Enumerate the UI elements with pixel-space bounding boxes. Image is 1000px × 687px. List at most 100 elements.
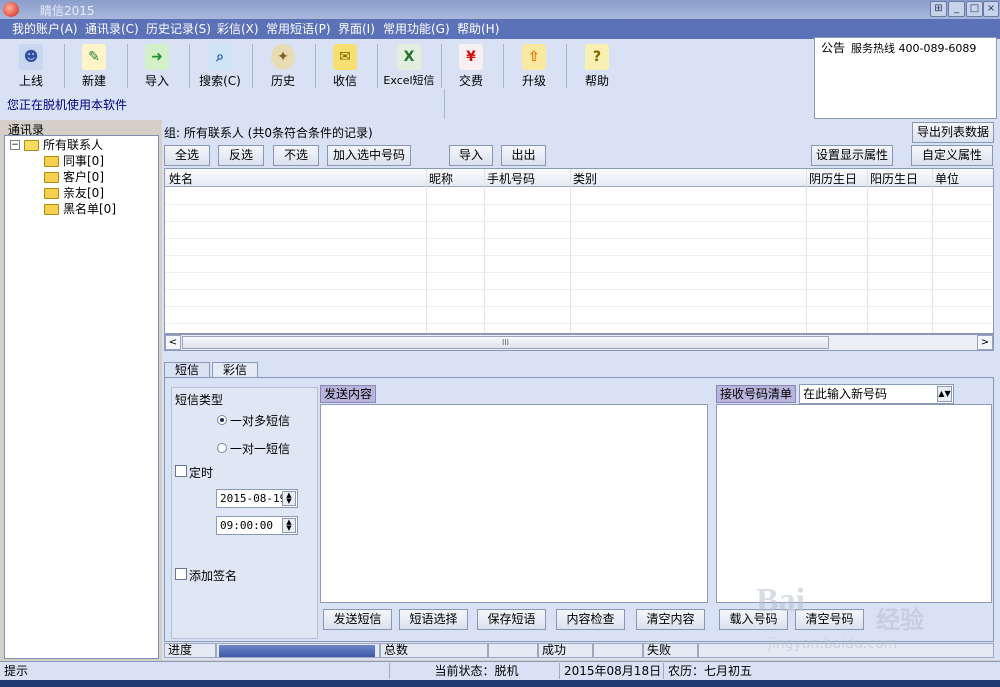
- one-to-many-label: 一对多短信: [230, 414, 291, 428]
- group-summary: 组: 所有联系人 (共0条符合条件的记录): [164, 126, 373, 140]
- service-hotline: 服务热线 400-089-6089: [851, 42, 977, 55]
- yen-icon: ¥: [459, 44, 483, 70]
- toolbar-payment-button[interactable]: ¥ 交费: [440, 41, 502, 93]
- toolbar-search-button[interactable]: ⌕ 搜索(C): [189, 41, 251, 93]
- invert-selection-button[interactable]: 反选: [218, 145, 264, 166]
- status-date: 2015年08月18日: [560, 663, 664, 679]
- contacts-table[interactable]: 姓名 昵称 手机号码 类别 阴历生日 阳历生日 单位: [164, 168, 994, 334]
- horizontal-scrollbar[interactable]: < III >: [164, 334, 994, 351]
- connection-state: 当前状态：脱机: [390, 663, 560, 679]
- tree-item-colleagues[interactable]: 同事[0]: [44, 154, 104, 168]
- tree-item-family[interactable]: 亲友[0]: [44, 186, 104, 200]
- tab-mms[interactable]: 彩信: [212, 362, 258, 378]
- app-logo-icon: [3, 2, 19, 17]
- schedule-checkbox[interactable]: [175, 465, 187, 477]
- dropdown-arrow-icon[interactable]: ▲▼: [937, 386, 952, 402]
- scroll-right-icon[interactable]: >: [977, 335, 993, 350]
- schedule-label: 定时: [189, 466, 214, 480]
- total-count-label: 总数: [380, 643, 488, 658]
- minimize-button[interactable]: _: [948, 1, 965, 17]
- excel-icon: X: [397, 44, 421, 70]
- os-taskbar: [0, 680, 1000, 687]
- export-list-data-button[interactable]: 导出列表数据: [912, 122, 994, 143]
- progress-bar: [216, 643, 380, 658]
- menu-mms[interactable]: 彩信(X): [217, 21, 259, 37]
- message-content-textarea[interactable]: [320, 404, 708, 603]
- send-sms-button[interactable]: 发送短信: [323, 609, 392, 630]
- tab-sms[interactable]: 短信: [164, 362, 210, 378]
- menu-account[interactable]: 我的账户(A): [12, 21, 78, 37]
- toolbar-history-button[interactable]: ✦ 历史: [252, 41, 314, 93]
- toolbar-excel-sms-button[interactable]: X Excel短信: [377, 41, 441, 93]
- watermark-url: jingyan.baidu.com: [768, 636, 898, 652]
- save-phrase-button[interactable]: 保存短语: [477, 609, 546, 630]
- check-content-button[interactable]: 内容检查: [556, 609, 625, 630]
- export-button[interactable]: 出出: [501, 145, 546, 166]
- close-button[interactable]: ×: [983, 1, 999, 17]
- one-to-one-radio[interactable]: [217, 443, 227, 453]
- select-none-button[interactable]: 不选: [273, 145, 319, 166]
- upgrade-icon: ⇧: [522, 44, 546, 70]
- restore-icon[interactable]: ⊞: [930, 1, 947, 17]
- menu-history[interactable]: 历史记录(S): [146, 21, 211, 37]
- add-selected-numbers-button[interactable]: 加入选中号码: [327, 145, 411, 166]
- one-to-many-radio[interactable]: [217, 415, 227, 425]
- maximize-button[interactable]: □: [966, 1, 983, 17]
- contacts-tree: − 所有联系人 同事[0] 客户[0] 亲友[0] 黑名单[0]: [4, 135, 159, 659]
- scroll-left-icon[interactable]: <: [165, 335, 181, 350]
- import-button[interactable]: 导入: [449, 145, 493, 166]
- recipient-number-input[interactable]: 在此输入新号码 ▲▼: [799, 384, 954, 404]
- menu-help[interactable]: 帮助(H): [457, 21, 499, 37]
- send-content-label: 发送内容: [320, 385, 377, 403]
- collapse-icon[interactable]: −: [10, 140, 20, 150]
- display-settings-button[interactable]: 设置显示属性: [811, 145, 893, 166]
- toolbar-online-button[interactable]: ☻ 上线: [0, 41, 62, 93]
- message-tabs: 短信 彩信: [164, 362, 994, 378]
- custom-attributes-button[interactable]: 自定义属性: [911, 145, 993, 166]
- folder-open-icon: [24, 139, 39, 151]
- column-name[interactable]: 姓名: [169, 170, 193, 187]
- menu-interface[interactable]: 界面(I): [338, 21, 375, 37]
- progress-label: 进度: [164, 643, 216, 658]
- offline-message: 您正在脱机使用本软件: [7, 98, 128, 112]
- folder-icon: [44, 171, 59, 183]
- table-header: 姓名 昵称 手机号码 类别 阴历生日 阳历生日 单位: [165, 169, 993, 187]
- success-count-label: 成功: [538, 643, 593, 658]
- column-lunar-birthday[interactable]: 阴历生日: [809, 170, 857, 187]
- date-dropdown-icon[interactable]: ▲ ▼: [282, 491, 296, 506]
- folder-icon: [44, 203, 59, 215]
- inbox-icon: ✉: [333, 44, 357, 70]
- choose-phrase-button[interactable]: 短语选择: [399, 609, 468, 630]
- column-solar-birthday[interactable]: 阳历生日: [870, 170, 918, 187]
- menu-functions[interactable]: 常用功能(G): [383, 21, 450, 37]
- toolbar-inbox-button[interactable]: ✉ 收信: [314, 41, 376, 93]
- tree-root-all-contacts[interactable]: − 所有联系人: [10, 138, 103, 152]
- tree-item-customers[interactable]: 客户[0]: [44, 170, 104, 184]
- toolbar-new-button[interactable]: ✎ 新建: [63, 41, 125, 93]
- window-title: 睛信2015: [40, 4, 95, 18]
- scroll-thumb[interactable]: III: [182, 336, 829, 349]
- select-all-button[interactable]: 全选: [164, 145, 210, 166]
- time-stepper-icon[interactable]: ▲ ▼: [282, 518, 296, 533]
- import-arrow-icon: ➜: [145, 44, 169, 70]
- clear-content-button[interactable]: 清空内容: [636, 609, 705, 630]
- column-company[interactable]: 单位: [935, 170, 959, 187]
- menu-bar: 我的账户(A) 通讯录(C) 历史记录(S) 彩信(X) 常用短语(P) 界面(…: [0, 19, 1000, 39]
- tree-item-blacklist[interactable]: 黑名单[0]: [44, 202, 116, 216]
- notice-title: 公告: [821, 41, 846, 55]
- menu-contacts[interactable]: 通讯录(C): [85, 21, 139, 37]
- signature-checkbox[interactable]: [175, 568, 187, 580]
- toolbar-help-button[interactable]: ? 帮助: [566, 41, 628, 93]
- status-bar: 提示 当前状态：脱机 2015年08月18日 农历：七月初五: [0, 661, 1000, 680]
- one-to-one-label: 一对一短信: [230, 442, 291, 456]
- sms-type-group: 短信类型 一对多短信 一对一短信 定时 2015-08-19 ▲ ▼ 09:00:…: [171, 387, 318, 639]
- column-mobile[interactable]: 手机号码: [487, 170, 535, 187]
- menu-phrases[interactable]: 常用短语(P): [266, 21, 331, 37]
- toolbar-upgrade-button[interactable]: ⇧ 升级: [503, 41, 565, 93]
- fail-count-label: 失败: [643, 643, 698, 658]
- recipients-label: 接收号码清单: [716, 385, 797, 403]
- toolbar-import-button[interactable]: ➜ 导入: [126, 41, 188, 93]
- column-nickname[interactable]: 昵称: [429, 170, 453, 187]
- column-category[interactable]: 类别: [573, 170, 597, 187]
- recipients-list[interactable]: [716, 404, 992, 603]
